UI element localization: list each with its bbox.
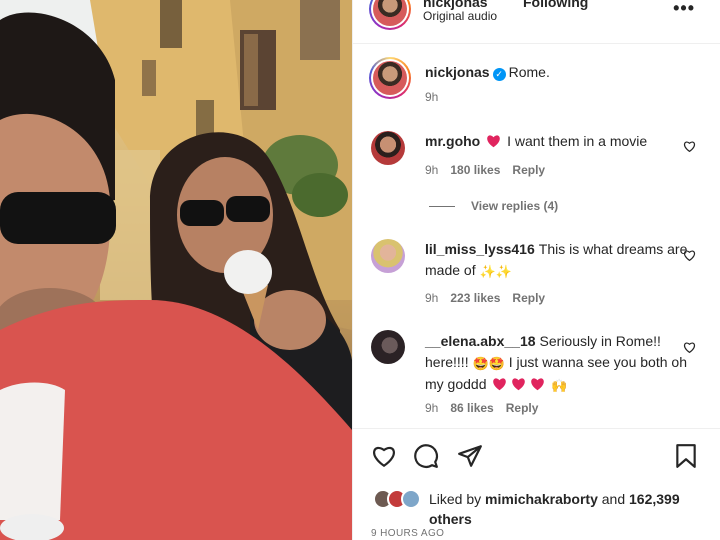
reply-button[interactable]: Reply bbox=[506, 401, 539, 415]
caption-text: Rome. bbox=[508, 64, 550, 80]
comment-username[interactable]: lil_miss_lyss416 bbox=[425, 241, 535, 257]
post-header: nickjonas Following Original audio ••• bbox=[353, 0, 720, 44]
comment-username[interactable]: mr.goho bbox=[425, 133, 480, 149]
likes-count[interactable]: 162,399 bbox=[629, 491, 680, 507]
comment-time: 9h bbox=[425, 291, 439, 305]
post-timestamp: 9 HOURS AGO bbox=[371, 528, 445, 539]
caption-avatar[interactable] bbox=[369, 57, 411, 99]
post-video[interactable] bbox=[0, 0, 352, 540]
red-heart-emoji-icon bbox=[531, 378, 545, 391]
post-actions: Liked by mimichakraborty and 162,399 oth… bbox=[353, 428, 720, 540]
caption-username[interactable]: nickjonas bbox=[425, 64, 490, 80]
liked-by-summary: Liked by mimichakraborty and 162,399 oth… bbox=[429, 489, 709, 529]
comment-meta: 9h 223 likes Reply bbox=[425, 291, 557, 305]
caption: nickjonas ✓ Rome. bbox=[425, 64, 550, 81]
comment-meta: 9h 86 likes Reply bbox=[425, 401, 550, 415]
post-sidebar: nickjonas Following Original audio ••• n… bbox=[352, 0, 720, 540]
comment-time: 9h bbox=[425, 401, 439, 415]
comment: mr.goho I want them in a movie bbox=[425, 131, 675, 152]
star-struck-emoji-icon: 🤩🤩 bbox=[472, 355, 505, 371]
share-icon[interactable] bbox=[457, 443, 483, 469]
caption-time: 9h bbox=[425, 90, 439, 104]
commenter-avatar[interactable] bbox=[371, 239, 405, 273]
red-heart-emoji-icon bbox=[512, 378, 526, 391]
more-horizontal-icon[interactable]: ••• bbox=[673, 0, 695, 19]
video-frame bbox=[0, 0, 352, 540]
comment-likes[interactable]: 180 likes bbox=[450, 163, 500, 177]
liked-by-prefix: Liked by bbox=[429, 491, 482, 507]
commenter-avatar[interactable] bbox=[371, 330, 405, 364]
like-comment-heart-icon[interactable] bbox=[683, 341, 696, 354]
audio-link[interactable]: Original audio bbox=[423, 9, 497, 23]
likes-others[interactable]: others bbox=[429, 511, 472, 527]
comment-likes[interactable]: 86 likes bbox=[450, 401, 493, 415]
view-replies-button[interactable]: View replies (4) bbox=[429, 199, 558, 213]
liked-by-and: and bbox=[601, 491, 626, 507]
comment-text: I want them in a movie bbox=[507, 133, 648, 149]
following-button[interactable]: Following bbox=[523, 0, 588, 10]
commenter-avatar[interactable] bbox=[371, 131, 405, 165]
comment-meta: 9h 180 likes Reply bbox=[425, 163, 557, 177]
bookmark-icon[interactable] bbox=[673, 443, 699, 469]
verified-badge-icon: ✓ bbox=[492, 68, 506, 81]
comment: __elena.abx__18 Seriously in Rome!! here!… bbox=[425, 331, 693, 396]
like-comment-heart-icon[interactable] bbox=[683, 140, 696, 153]
view-replies-label: View replies (4) bbox=[471, 199, 559, 213]
comment-username[interactable]: __elena.abx__18 bbox=[425, 333, 536, 349]
red-heart-emoji-icon bbox=[493, 378, 507, 391]
red-heart-emoji-icon bbox=[487, 135, 501, 148]
raising-hands-emoji-icon: 🙌 bbox=[551, 377, 568, 393]
comment-icon[interactable] bbox=[413, 443, 439, 469]
liked-by-avatars[interactable] bbox=[373, 489, 429, 511]
heart-outline-icon[interactable] bbox=[371, 443, 397, 469]
reply-button[interactable]: Reply bbox=[512, 291, 545, 305]
author-avatar[interactable] bbox=[369, 0, 411, 30]
comment: lil_miss_lyss416 This is what dreams are … bbox=[425, 239, 693, 282]
reply-button[interactable]: Reply bbox=[512, 163, 545, 177]
sparkles-emoji-icon: ✨✨ bbox=[479, 263, 512, 279]
liked-by-user[interactable]: mimichakraborty bbox=[485, 491, 598, 507]
comment-likes[interactable]: 223 likes bbox=[450, 291, 500, 305]
comment-time: 9h bbox=[425, 163, 439, 177]
like-comment-heart-icon[interactable] bbox=[683, 249, 696, 262]
